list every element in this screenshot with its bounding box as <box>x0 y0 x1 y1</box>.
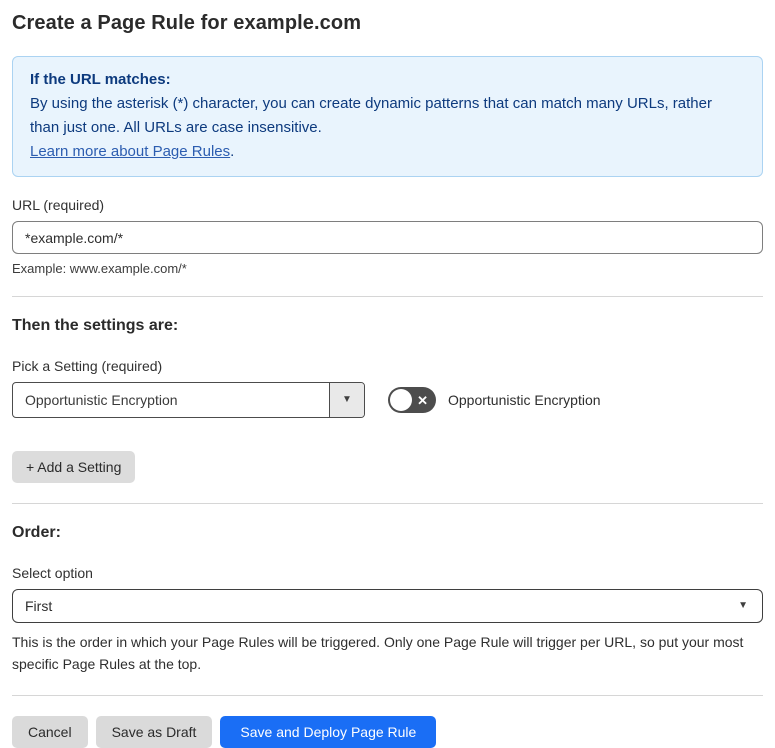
learn-more-link[interactable]: Learn more about Page Rules <box>30 143 230 160</box>
x-icon: ✕ <box>417 392 428 408</box>
save-as-draft-button[interactable]: Save as Draft <box>95 716 213 748</box>
cancel-button[interactable]: Cancel <box>12 716 88 748</box>
setting-dropdown-arrow-button[interactable]: ▼ <box>329 383 364 417</box>
save-and-deploy-button[interactable]: Save and Deploy Page Rule <box>220 716 437 748</box>
link-suffix: . <box>230 143 235 160</box>
footer-actions: Cancel Save as Draft Save and Deploy Pag… <box>12 716 763 748</box>
opportunistic-encryption-toggle[interactable]: ✕ <box>388 387 436 413</box>
order-select-value: First <box>25 598 53 614</box>
setting-row: Opportunistic Encryption ▼ ✕ Opportunist… <box>12 382 763 418</box>
info-box-link-line: Learn more about Page Rules. <box>30 140 745 164</box>
url-matches-info-box: If the URL matches: By using the asteris… <box>12 56 763 177</box>
url-input[interactable] <box>12 221 763 254</box>
toggle-wrap: ✕ Opportunistic Encryption <box>388 387 601 413</box>
pick-setting-label: Pick a Setting (required) <box>12 358 163 374</box>
select-option-label: Select option <box>12 565 93 581</box>
settings-section-heading: Then the settings are: <box>12 317 179 334</box>
setting-dropdown[interactable]: Opportunistic Encryption ▼ <box>12 382 365 418</box>
caret-down-icon: ▼ <box>342 394 352 405</box>
order-section-heading: Order: <box>12 524 61 541</box>
url-label: URL (required) <box>12 197 105 213</box>
toggle-knob <box>390 389 412 411</box>
caret-down-icon: ▼ <box>738 600 748 611</box>
toggle-label: Opportunistic Encryption <box>448 392 601 408</box>
add-setting-button[interactable]: + Add a Setting <box>12 451 136 483</box>
order-select[interactable]: First ▼ <box>12 589 763 623</box>
create-page-rule-form: Create a Page Rule for example.com If th… <box>0 0 775 748</box>
setting-dropdown-value: Opportunistic Encryption <box>25 392 178 408</box>
info-box-heading: If the URL matches: <box>30 71 171 88</box>
divider <box>12 503 763 504</box>
divider <box>12 695 763 696</box>
info-box-body: By using the asterisk (*) character, you… <box>30 95 712 136</box>
order-help-text: This is the order in which your Page Rul… <box>12 634 744 672</box>
url-example-hint: Example: www.example.com/* <box>12 261 187 276</box>
page-title: Create a Page Rule for example.com <box>12 12 362 34</box>
divider <box>12 296 763 297</box>
